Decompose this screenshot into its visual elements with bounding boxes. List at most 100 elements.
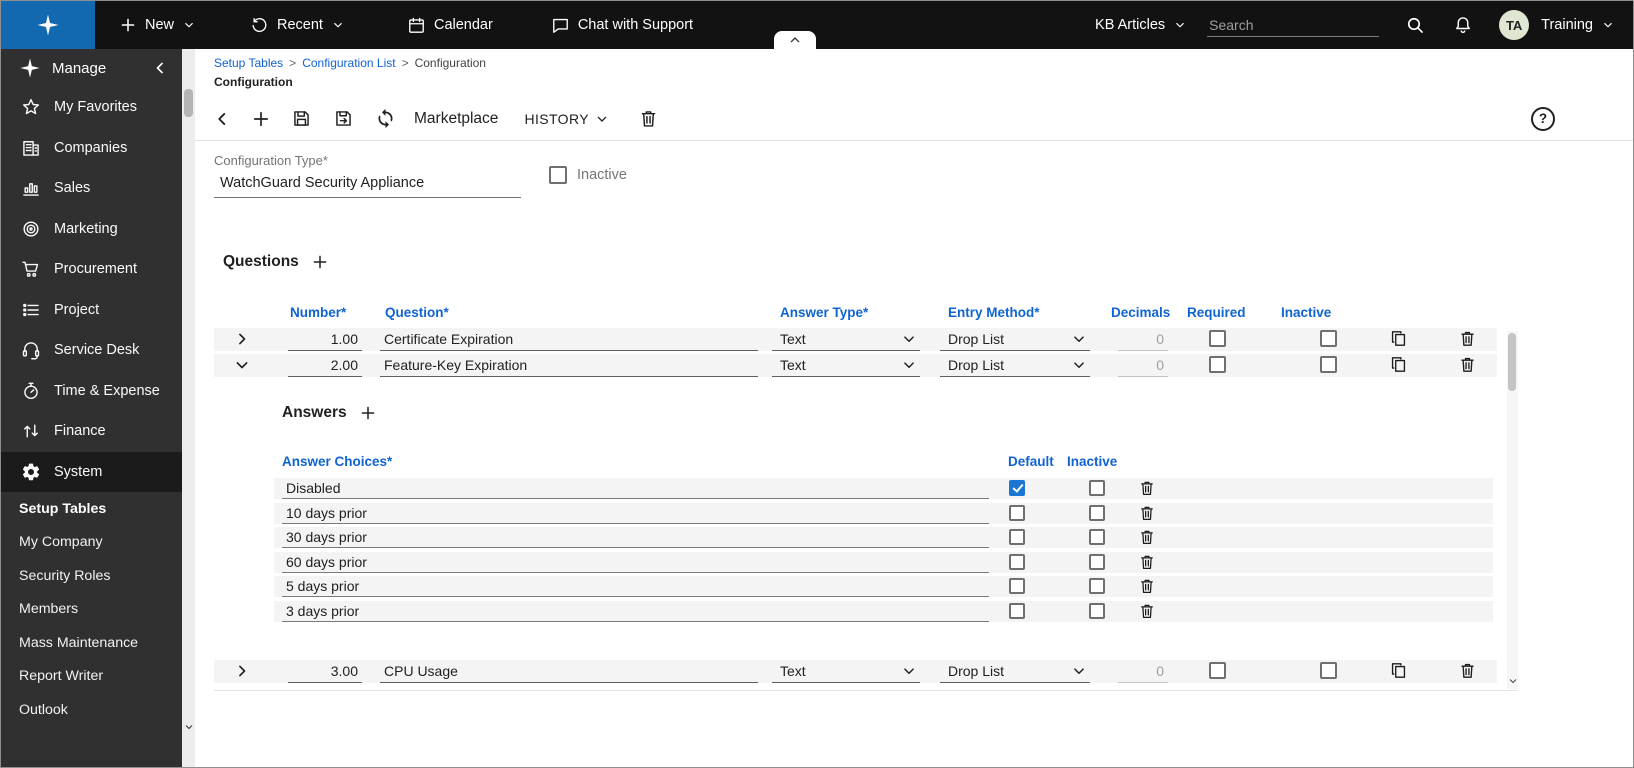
question-number-input[interactable] — [288, 660, 362, 683]
collapse-header-control[interactable] — [774, 31, 816, 49]
inactive-checkbox[interactable] — [1089, 578, 1105, 594]
inactive-checkbox[interactable] — [1089, 603, 1105, 619]
sidebar-item-time-expense[interactable]: Time & Expense — [1, 371, 182, 412]
delete-answer-icon[interactable] — [1138, 504, 1156, 522]
help-icon[interactable]: ? — [1531, 107, 1555, 131]
inactive-checkbox[interactable] — [1089, 505, 1105, 521]
question-number-input[interactable] — [288, 328, 362, 351]
sidebar-item-system[interactable]: System — [1, 452, 182, 493]
breadcrumb-configuration-list[interactable]: Configuration List — [302, 56, 395, 70]
sidebar-item-procurement[interactable]: Procurement — [1, 249, 182, 290]
search-icon[interactable] — [1405, 15, 1425, 35]
question-text-input[interactable] — [380, 328, 758, 351]
sidebar-item-project[interactable]: Project — [1, 290, 182, 331]
inactive-checkbox[interactable] — [1320, 662, 1337, 679]
calendar-button[interactable]: Calendar — [407, 16, 493, 35]
copy-row-icon[interactable] — [1389, 355, 1408, 374]
default-checkbox[interactable] — [1009, 578, 1025, 594]
scroll-down-icon[interactable] — [183, 721, 195, 733]
sidebar-item-outlook[interactable]: Outlook — [1, 693, 182, 727]
default-checkbox[interactable] — [1009, 529, 1025, 545]
history-menu[interactable]: HISTORY — [524, 111, 610, 127]
decimals-input[interactable] — [1118, 660, 1168, 683]
delete-answer-icon[interactable] — [1138, 528, 1156, 546]
required-checkbox[interactable] — [1209, 662, 1226, 679]
delete-answer-icon[interactable] — [1138, 602, 1156, 620]
delete-row-icon[interactable] — [1458, 355, 1477, 374]
sidebar-item-my-company[interactable]: My Company — [1, 526, 182, 560]
configuration-type-input[interactable] — [214, 170, 521, 198]
new-menu[interactable]: New — [119, 16, 196, 34]
refresh-icon[interactable] — [375, 108, 396, 129]
sidebar-item-setup-tables[interactable]: Setup Tables — [1, 492, 182, 526]
scroll-down-icon[interactable] — [1507, 675, 1519, 687]
sidebar-item-members[interactable]: Members — [1, 593, 182, 627]
inactive-checkbox[interactable] — [1320, 330, 1337, 347]
copy-row-icon[interactable] — [1389, 661, 1408, 680]
connectwise-logo[interactable] — [1, 1, 95, 49]
delete-row-icon[interactable] — [1458, 661, 1477, 680]
question-number-input[interactable] — [288, 354, 362, 377]
sidebar-item-sales[interactable]: Sales — [1, 168, 182, 209]
delete-record-icon[interactable] — [638, 108, 659, 129]
sidebar-item-security-roles[interactable]: Security Roles — [1, 559, 182, 593]
decimals-input[interactable] — [1118, 354, 1168, 377]
required-checkbox[interactable] — [1209, 356, 1226, 373]
add-answer-icon[interactable] — [359, 404, 377, 422]
sidebar-item-marketing[interactable]: Marketing — [1, 209, 182, 250]
collapse-row-icon[interactable] — [232, 355, 252, 375]
marketplace-button[interactable]: Marketplace — [414, 110, 498, 128]
add-question-icon[interactable] — [311, 253, 329, 271]
inactive-checkbox[interactable] — [1089, 554, 1105, 570]
inactive-checkbox[interactable] — [1089, 529, 1105, 545]
avatar[interactable]: TA — [1499, 10, 1529, 40]
copy-row-icon[interactable] — [1389, 329, 1408, 348]
add-record-icon[interactable] — [251, 109, 271, 129]
inactive-checkbox[interactable] — [549, 166, 567, 184]
scrollbar-thumb[interactable] — [184, 89, 193, 117]
delete-answer-icon[interactable] — [1138, 577, 1156, 595]
answer-type-select[interactable]: Text — [772, 354, 920, 377]
question-text-input[interactable] — [380, 354, 758, 377]
delete-answer-icon[interactable] — [1138, 553, 1156, 571]
collapse-sidebar-icon[interactable] — [150, 58, 170, 78]
inactive-checkbox[interactable] — [1089, 480, 1105, 496]
default-checkbox[interactable] — [1009, 480, 1025, 496]
sidebar-scrollbar[interactable] — [182, 49, 195, 767]
answer-choice-input[interactable] — [282, 503, 989, 524]
scrollbar-thumb[interactable] — [1508, 333, 1516, 391]
question-text-input[interactable] — [380, 660, 758, 683]
decimals-input[interactable] — [1118, 328, 1168, 351]
account-menu[interactable]: Training — [1541, 17, 1615, 33]
sidebar-item-mass-maintenance[interactable]: Mass Maintenance — [1, 626, 182, 660]
back-icon[interactable] — [211, 108, 233, 130]
save-and-close-icon[interactable] — [333, 108, 354, 129]
answer-choice-input[interactable] — [282, 601, 989, 622]
inactive-checkbox[interactable] — [1320, 356, 1337, 373]
default-checkbox[interactable] — [1009, 603, 1025, 619]
answer-choice-input[interactable] — [282, 552, 989, 573]
delete-row-icon[interactable] — [1458, 329, 1477, 348]
entry-method-select[interactable]: Drop List — [940, 354, 1090, 377]
sidebar-item-report-writer[interactable]: Report Writer — [1, 660, 182, 694]
sidebar-item-service-desk[interactable]: Service Desk — [1, 330, 182, 371]
expand-row-icon[interactable] — [232, 661, 252, 681]
entry-method-select[interactable]: Drop List — [940, 328, 1090, 351]
delete-answer-icon[interactable] — [1138, 479, 1156, 497]
sidebar-item-my-favorites[interactable]: My Favorites — [1, 87, 182, 128]
answer-choice-input[interactable] — [282, 527, 989, 548]
answer-type-select[interactable]: Text — [772, 328, 920, 351]
sidebar-item-finance[interactable]: Finance — [1, 411, 182, 452]
search-input[interactable] — [1207, 14, 1379, 37]
chat-with-support-button[interactable]: Chat with Support — [551, 16, 693, 35]
default-checkbox[interactable] — [1009, 554, 1025, 570]
required-checkbox[interactable] — [1209, 330, 1226, 347]
recent-menu[interactable]: Recent — [250, 16, 345, 35]
kb-articles-menu[interactable]: KB Articles — [1095, 17, 1187, 33]
sidebar-item-companies[interactable]: Companies — [1, 128, 182, 169]
notifications-bell-icon[interactable] — [1453, 15, 1473, 35]
breadcrumb-setup-tables[interactable]: Setup Tables — [214, 56, 283, 70]
default-checkbox[interactable] — [1009, 505, 1025, 521]
answer-type-select[interactable]: Text — [772, 660, 920, 683]
answer-choice-input[interactable] — [282, 478, 989, 499]
